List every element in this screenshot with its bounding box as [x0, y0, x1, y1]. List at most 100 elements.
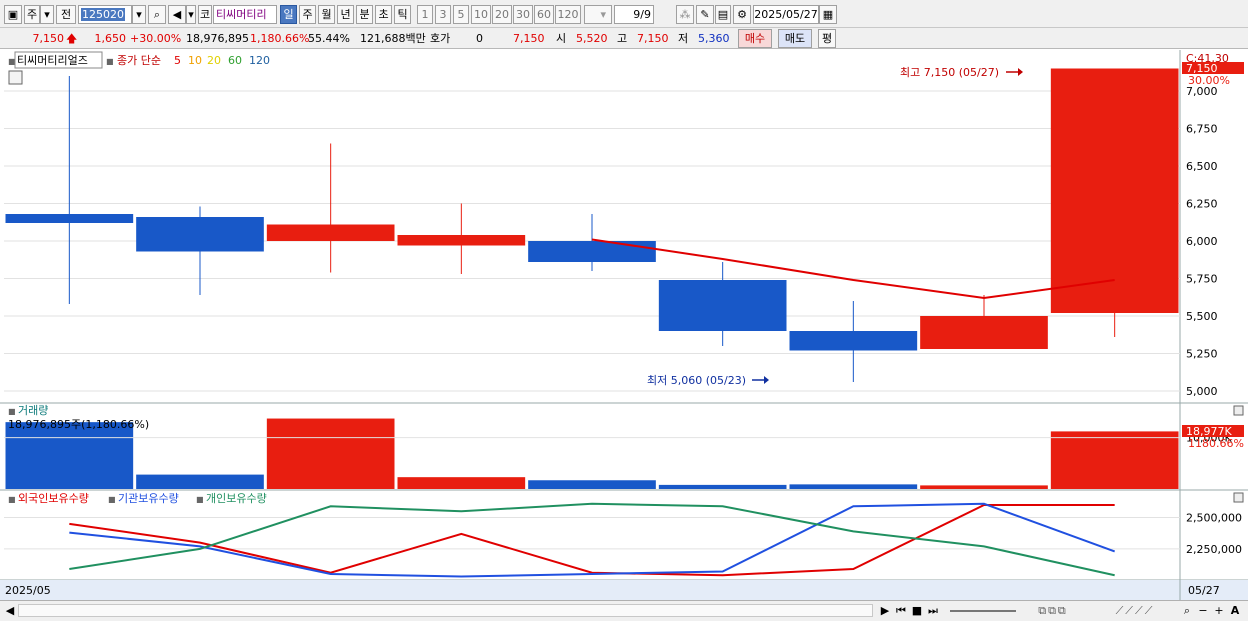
candle-body	[136, 217, 264, 252]
price-tick-label: 6,750	[1186, 123, 1218, 136]
pane-marker: ■	[108, 495, 116, 504]
period-second[interactable]: 초	[375, 5, 392, 24]
minute-20[interactable]: 20	[492, 5, 512, 24]
scrollbar-track[interactable]	[18, 604, 873, 617]
stop-icon[interactable]: ■	[910, 603, 924, 619]
price-tick-label: 6,250	[1186, 198, 1218, 211]
market-prefix[interactable]: 코	[198, 5, 212, 24]
minute-5[interactable]: 5	[453, 5, 469, 24]
price-tick-label: 6,500	[1186, 160, 1218, 173]
rate-tag: 30.00%	[1188, 74, 1230, 87]
price-tick-label: 5,250	[1186, 348, 1218, 361]
hoga-label: 호가	[430, 32, 451, 45]
candle-body	[789, 331, 918, 351]
chart-title: 티씨머티리얼즈	[17, 53, 88, 67]
pane-marker: ■	[8, 57, 16, 66]
holdings-tick-label: 2,500,000	[1186, 512, 1242, 525]
scroll-right-icon[interactable]: ▶	[878, 603, 892, 619]
count-field[interactable]: 9/9	[614, 5, 654, 24]
zoom-icon[interactable]: ⌕	[1180, 603, 1194, 619]
price-tick-label: 5,500	[1186, 310, 1218, 323]
hoga-value: 0	[476, 32, 483, 45]
drawing-tools-icon[interactable]: ⧉⧉⧉	[1018, 603, 1088, 619]
pane-marker: ■	[106, 57, 114, 66]
week-button[interactable]: 주	[24, 5, 40, 24]
speaker-icon[interactable]: ◀	[168, 5, 186, 24]
plus-icon[interactable]: +	[1212, 603, 1226, 619]
window-icon[interactable]: ▣	[4, 5, 22, 24]
save-icon[interactable]: ▤	[715, 5, 731, 24]
volume-value: 18,976,895	[186, 32, 249, 45]
code-dropdown-icon[interactable]: ▾	[132, 5, 146, 24]
auto-icon[interactable]: A	[1228, 603, 1242, 619]
ma-legend-120: 120	[249, 54, 270, 67]
ma-legend-60: 60	[228, 54, 242, 67]
stock-name-field[interactable]: 티씨머티리	[213, 5, 277, 24]
x-axis-band	[0, 580, 1248, 600]
search-icon[interactable]: ⌕	[148, 5, 166, 24]
quote-bar: 7,150 🡅 1,650 +30.00% 18,976,895 1,180.6…	[0, 28, 1248, 49]
gear-icon[interactable]: ⚙	[733, 5, 751, 24]
volume-bar	[1050, 431, 1179, 489]
minute-1[interactable]: 1	[417, 5, 433, 24]
candle-body	[528, 241, 656, 262]
price-tick-label: 5,000	[1186, 385, 1218, 398]
speaker-dropdown-icon[interactable]: ▾	[186, 5, 196, 24]
line-tools-icon[interactable]: ⟋⟋⟋⟋	[1090, 603, 1180, 619]
stock-chart[interactable]: 7,0006,7506,5006,2506,0005,7505,5005,250…	[0, 50, 1248, 600]
period-week[interactable]: 주	[299, 5, 316, 24]
period-day[interactable]: 일	[280, 5, 297, 24]
calendar-icon[interactable]: ▦	[819, 5, 837, 24]
buy-button[interactable]: 매수	[738, 29, 772, 48]
volume-bar	[266, 418, 395, 489]
holdings-tick-label: 2,250,000	[1186, 543, 1242, 556]
minute-30[interactable]: 30	[513, 5, 533, 24]
minute-120[interactable]: 120	[555, 5, 581, 24]
pane-marker: ■	[8, 495, 16, 504]
minute-60[interactable]: 60	[534, 5, 554, 24]
pane-close-icon	[1233, 405, 1244, 416]
average-button[interactable]: 평	[818, 29, 836, 48]
volume-value-label: 18,976,895주(1,180.66%)	[8, 418, 149, 431]
chain-icon[interactable]: ⁂	[676, 5, 694, 24]
period-year[interactable]: 년	[337, 5, 354, 24]
holdings-legend-2: 기관보유수량	[118, 492, 179, 505]
zoom-slider[interactable]	[950, 610, 1016, 612]
dropdown-arrow-icon[interactable]: ▾	[40, 5, 54, 24]
period-tick[interactable]: 틱	[394, 5, 411, 24]
trade-amount: 121,688백만	[360, 32, 426, 45]
volume-rate-tag: 1180.66%	[1188, 437, 1244, 450]
low-label: 저	[678, 32, 689, 45]
rewind-icon[interactable]: ⏮	[894, 603, 908, 619]
up-arrow-icon: 🡅	[66, 32, 78, 45]
date-field[interactable]: 2025/05/27	[753, 5, 819, 24]
x-axis-end: 05/27	[1188, 584, 1220, 597]
candle-body	[920, 316, 1048, 349]
grid-toggle-icon	[8, 70, 23, 85]
minus-icon[interactable]: −	[1196, 603, 1210, 619]
pane-close-icon	[1233, 492, 1244, 503]
change-rate: +30.00%	[130, 32, 182, 45]
open-price: 5,520	[576, 32, 608, 45]
scroll-left-icon[interactable]: ◀	[4, 603, 16, 619]
code-input[interactable]: 125020	[81, 8, 125, 21]
minute-3[interactable]: 3	[435, 5, 451, 24]
low-annotation: 최저 5,060 (05/23)	[647, 374, 746, 387]
hoga-price: 7,150	[513, 32, 545, 45]
period-minute[interactable]: 분	[356, 5, 373, 24]
sell-button[interactable]: 매도	[778, 29, 812, 48]
low-price: 5,360	[698, 32, 730, 45]
tool-icon[interactable]: ✎	[696, 5, 714, 24]
volume-bar	[789, 484, 918, 489]
turnover-ratio: 55.44%	[308, 32, 350, 45]
holdings-legend-1: 외국인보유수량	[18, 492, 89, 505]
chart-area[interactable]: 7,000 6,750 6,500 6,250 6,000 5,750 5,500 5,250…	[0, 50, 1248, 600]
fast-forward-icon[interactable]: ⏭	[926, 603, 940, 619]
pane-marker: ■	[196, 495, 204, 504]
minute-10[interactable]: 10	[471, 5, 491, 24]
candle-body	[5, 214, 134, 223]
period-month[interactable]: 월	[318, 5, 335, 24]
interval-select[interactable]: ▾	[584, 5, 612, 24]
prev-button[interactable]: 전	[56, 5, 76, 24]
volume-bar	[136, 474, 264, 489]
